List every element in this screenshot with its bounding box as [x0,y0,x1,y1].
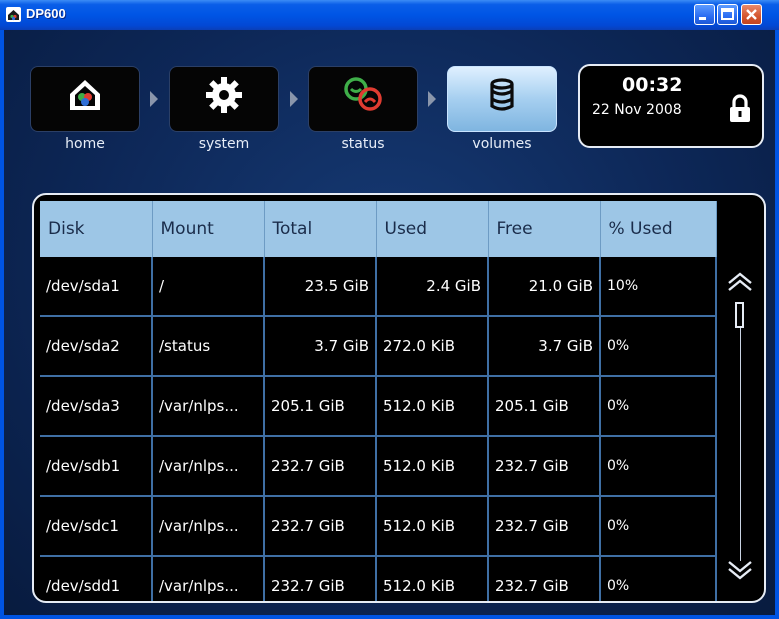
table-row[interactable]: /dev/sda2 /status 3.7 GiB 272.0 KiB 3.7 … [40,316,717,377]
lock-icon[interactable] [728,94,752,124]
cell-free: 3.7 GiB [488,316,601,377]
vertical-scrollbar[interactable] [720,201,762,595]
cell-total: 232.7 GiB [264,436,377,497]
cell-mount: /var/nlps... [152,436,265,497]
cell-used: 512.0 KiB [376,496,489,557]
client-area: home system status volumes 00:32 22 Nov … [4,30,775,615]
cell-mount: /var/nlps... [152,556,265,601]
cell-disk: /dev/sda3 [40,376,153,437]
nav-status-label: status [341,136,385,152]
cell-free: 205.1 GiB [488,376,601,437]
home-icon [70,80,100,110]
app-icon [6,7,21,22]
cell-mount: /var/nlps... [152,376,265,437]
cell-used: 272.0 KiB [376,316,489,377]
cell-percent-used: 0% [600,436,717,497]
cell-total: 3.7 GiB [264,316,377,377]
cell-disk: /dev/sdc1 [40,496,153,557]
clock-date: 22 Nov 2008 [592,102,682,118]
scroll-up-icon[interactable] [726,271,754,293]
nav-home-label: home [65,136,105,152]
table-row[interactable]: /dev/sdb1 /var/nlps... 232.7 GiB 512.0 K… [40,436,717,497]
nav-status-button[interactable] [308,66,418,132]
scroll-thumb[interactable] [735,302,744,328]
scroll-track[interactable] [740,311,741,561]
cell-percent-used: 0% [600,376,717,437]
column-header-used[interactable]: Used [376,201,489,257]
cell-percent-used: 0% [600,496,717,557]
table-row[interactable]: /dev/sda3 /var/nlps... 205.1 GiB 512.0 K… [40,376,717,437]
cell-percent-used: 0% [600,316,717,377]
maximize-icon [721,8,734,20]
cell-free: 21.0 GiB [488,257,601,317]
cell-disk: /dev/sdb1 [40,436,153,497]
cell-total: 232.7 GiB [264,556,377,601]
volumes-table-panel: Disk Mount Total Used Free % Used /dev/s… [32,193,766,603]
column-header-free[interactable]: Free [488,201,601,257]
cell-mount: /status [152,316,265,377]
maximize-button[interactable] [717,4,738,25]
close-icon [746,9,757,20]
volumes-table: Disk Mount Total Used Free % Used /dev/s… [40,201,717,601]
chevron-right-icon [290,91,298,107]
chevron-right-icon [428,91,436,107]
scroll-down-icon[interactable] [726,559,754,581]
cell-mount: / [152,257,265,317]
cell-disk: /dev/sda2 [40,316,153,377]
window-title: DP600 [26,6,66,21]
column-header-mount[interactable]: Mount [152,201,265,257]
status-icon [344,77,382,111]
nav-volumes-button[interactable] [447,66,557,132]
column-header-total[interactable]: Total [264,201,377,257]
cell-used: 2.4 GiB [376,257,489,317]
column-header-percent-used[interactable]: % Used [600,201,717,257]
minimize-icon [699,17,706,20]
close-button[interactable] [741,4,762,25]
table-row[interactable]: /dev/sda1 / 23.5 GiB 2.4 GiB 21.0 GiB 10… [40,257,717,317]
cell-total: 205.1 GiB [264,376,377,437]
minimize-button[interactable] [694,4,715,25]
table-row[interactable]: /dev/sdc1 /var/nlps... 232.7 GiB 512.0 K… [40,496,717,557]
cell-used: 512.0 KiB [376,436,489,497]
cell-free: 232.7 GiB [488,496,601,557]
cell-used: 512.0 KiB [376,556,489,601]
nav-home-button[interactable] [30,66,140,132]
clock-time: 00:32 [622,74,683,96]
cell-disk: /dev/sdd1 [40,556,153,601]
cell-total: 23.5 GiB [264,257,377,317]
app-window: DP600 home system status volumes 00:32 2… [0,0,779,619]
cell-mount: /var/nlps... [152,496,265,557]
cell-percent-used: 10% [600,257,717,317]
nav-system-button[interactable] [169,66,279,132]
chevron-right-icon [150,91,158,107]
table-header-row: Disk Mount Total Used Free % Used [40,201,717,257]
cell-percent-used: 0% [600,556,717,601]
cell-total: 232.7 GiB [264,496,377,557]
cell-used: 512.0 KiB [376,376,489,437]
gear-icon [206,77,242,113]
column-header-disk[interactable]: Disk [40,201,153,257]
cell-free: 232.7 GiB [488,556,601,601]
table-row[interactable]: /dev/sdd1 /var/nlps... 232.7 GiB 512.0 K… [40,556,717,601]
cell-free: 232.7 GiB [488,436,601,497]
nav-system-label: system [198,136,250,152]
clock-panel[interactable]: 00:32 22 Nov 2008 [578,64,764,148]
title-bar[interactable]: DP600 [0,0,779,30]
cell-disk: /dev/sda1 [40,257,153,317]
database-icon [490,78,514,111]
nav-volumes-label: volumes [472,136,532,152]
